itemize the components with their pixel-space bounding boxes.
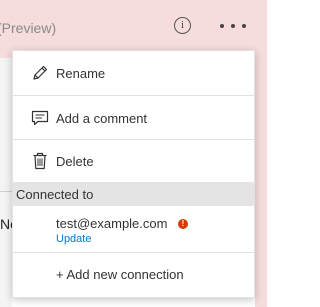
connection-email: test@example.com xyxy=(56,216,168,231)
divider xyxy=(0,191,12,192)
warning-icon: ! xyxy=(178,219,188,229)
context-menu: Rename Add a comment Delete Connected to… xyxy=(12,50,255,298)
add-connection-label: + Add new connection xyxy=(56,266,184,282)
pencil-icon xyxy=(33,65,48,80)
info-button[interactable]: i xyxy=(174,17,191,34)
menu-item-label: Add a comment xyxy=(56,110,148,126)
more-dot-icon xyxy=(242,24,246,28)
connection-row: test@example.com ! Update xyxy=(13,206,254,252)
rename-menu-item[interactable]: Rename xyxy=(13,51,254,95)
delete-menu-item[interactable]: Delete xyxy=(13,139,254,183)
update-connection-link[interactable]: Update xyxy=(56,233,91,245)
menu-item-label: Delete xyxy=(56,153,94,169)
comment-icon xyxy=(31,110,49,126)
info-icon: i xyxy=(180,19,185,31)
background-panel-right xyxy=(255,58,267,307)
background-panel-left: No xyxy=(0,58,12,307)
add-comment-menu-item[interactable]: Add a comment xyxy=(13,96,254,140)
page-title: (Preview) xyxy=(0,20,57,36)
connected-to-header: Connected to xyxy=(13,182,254,206)
more-dot-icon xyxy=(220,24,224,28)
menu-item-label: Rename xyxy=(56,65,106,81)
add-new-connection-button[interactable]: + Add new connection xyxy=(13,252,254,296)
more-dot-icon xyxy=(231,24,235,28)
trash-icon xyxy=(33,152,47,170)
more-options-button[interactable] xyxy=(220,21,246,31)
background-partial-text: No xyxy=(0,216,12,232)
